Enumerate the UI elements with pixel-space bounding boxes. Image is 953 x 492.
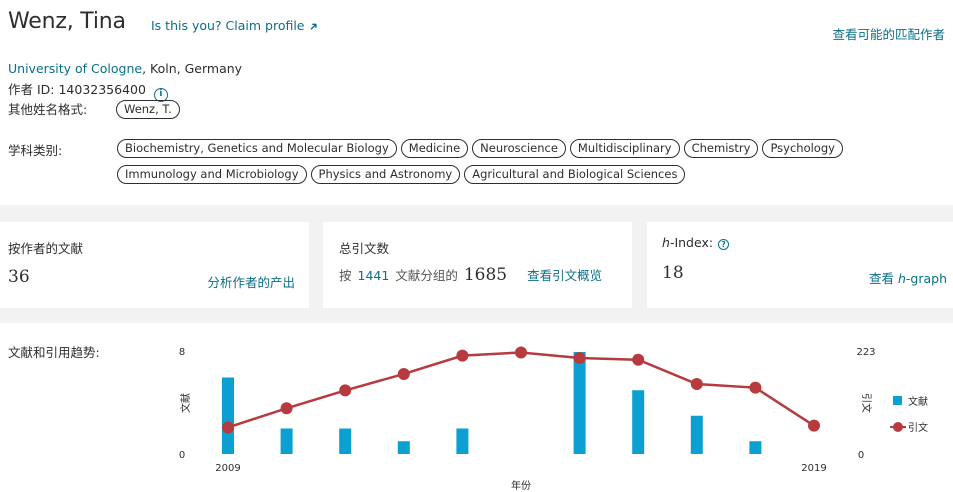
citation-point-2017[interactable] [690,378,703,391]
right-axis-min-tick: 0 [858,450,864,461]
document-bar-2009[interactable] [222,377,234,455]
citation-point-2014[interactable] [515,346,527,359]
affiliation-link[interactable]: University of Cologne [8,61,142,76]
author-name: Wenz, Tina [8,9,126,34]
citation-point-2009[interactable] [222,421,234,434]
subject-pill: Multidisciplinary [569,139,680,158]
citation-point-2015[interactable] [573,351,586,364]
citation-point-2019[interactable] [808,419,820,432]
citation-line-path [227,351,815,429]
citation-point-2018[interactable] [749,381,762,394]
legend-docs-label: 文献 [908,395,928,408]
citations-title: 总引文数 [339,241,390,256]
documents-count: 36 [8,267,30,287]
subject-pill: Agricultural and Biological Sciences [464,165,686,184]
left-axis-min-tick: 0 [179,450,185,461]
affiliation: University of Cologne, Koln, Germany [8,61,242,76]
subject-pill: Medicine [400,139,469,158]
h-index-title: h-Index:? [662,235,730,250]
right-axis-max-tick: 223 [856,347,875,358]
documents-card: 按作者的文献 36 分析作者的产出 [0,222,309,308]
view-h-graph-link[interactable]: 查看 h-graph [869,268,947,287]
citations-mid: 文献分组的 [395,268,458,283]
document-bar-2012[interactable] [397,441,410,454]
legend-docs-swatch [893,396,902,405]
citations-line: 按 1441 文献分组的 1685 查看引文概览 [339,265,602,285]
h-graph-rest[interactable]: -graph [906,271,947,286]
metrics-band: 按作者的文献 36 分析作者的产出 总引文数 按 1441 文献分组的 1685… [0,205,953,323]
h-graph-h[interactable]: h [898,271,906,286]
subject-areas-row-2: Immunology and Microbiology Physics and … [117,165,686,184]
h-index-title-rest: -Index: [669,235,714,250]
h-graph-prefix[interactable]: 查看 [869,271,898,286]
citation-point-2010[interactable] [280,402,293,415]
subject-areas-row-1: Biochemistry, Genetics and Molecular Bio… [117,139,843,158]
subject-pill: Chemistry [683,139,759,158]
h-index-value: 18 [662,263,684,283]
help-icon[interactable]: ? [718,239,730,250]
citation-overview-link[interactable]: 查看引文概览 [527,265,602,284]
document-bar-2016[interactable] [632,390,645,454]
claim-profile-label[interactable]: Is this you? Claim profile [151,18,305,33]
document-bar-2015[interactable] [573,352,586,454]
claim-profile-link[interactable]: Is this you? Claim profile➜ [151,18,321,35]
chart-legend: 文献 引文 [890,395,928,434]
document-bar-2018[interactable] [749,441,762,454]
citations-total: 1685 [463,265,508,285]
legend-cites-marker [893,422,903,432]
author-header: Wenz, Tina Is this you? Claim profile➜ 查… [0,0,953,205]
legend-cites-label: 引文 [908,421,928,434]
h-index-title-h: h [662,235,670,250]
x-tick-end: 2019 [801,463,826,474]
document-bar-2010[interactable] [280,428,293,455]
citing-documents-link[interactable]: 1441 [358,268,390,283]
citation-point-2012[interactable] [397,367,410,380]
left-axis-max-tick: 8 [179,347,185,358]
document-bar-2013[interactable] [456,428,469,455]
citations-prefix: 按 [339,268,352,283]
subject-pill: Physics and Astronomy [310,165,461,184]
citation-point-2013[interactable] [456,349,469,362]
subject-pill: Psychology [762,139,843,158]
citation-point-2016[interactable] [632,353,645,366]
x-tick-start: 2009 [215,463,240,474]
external-arrow-icon: ➜ [305,18,321,35]
analyze-output-link[interactable]: 分析作者的产出 [207,272,295,291]
citation-point-2011[interactable] [339,384,352,397]
citations-card: 总引文数 按 1441 文献分组的 1685 查看引文概览 [323,222,632,308]
document-bar-2011[interactable] [339,428,352,455]
documents-title: 按作者的文献 [8,241,84,256]
subject-pill: Immunology and Microbiology [117,165,307,184]
subject-pill: Neuroscience [472,139,566,158]
document-bar-2017[interactable] [690,415,703,454]
find-matching-authors-link[interactable]: 查看可能的匹配作者 [832,24,945,43]
right-axis-label: 引文 [860,393,873,413]
affiliation-location: , Koln, Germany [142,61,243,76]
other-names-label: 其他姓名格式: [8,102,88,117]
trend-chart: 8 0 223 0 文献 引文 2009 2019 年份 文献 引文 [179,346,928,492]
x-axis-label: 年份 [511,479,531,492]
citation-line [222,346,820,434]
other-name-pill: Wenz, T. [116,100,180,119]
left-axis-label: 文献 [179,393,192,413]
subject-areas-label: 学科类别: [8,143,63,158]
author-id-text: 作者 ID: 14032356400 [8,82,146,97]
h-index-card: h-Index:? 18 查看 h-graph [647,222,953,308]
subject-pill: Biochemistry, Genetics and Molecular Bio… [117,139,397,158]
